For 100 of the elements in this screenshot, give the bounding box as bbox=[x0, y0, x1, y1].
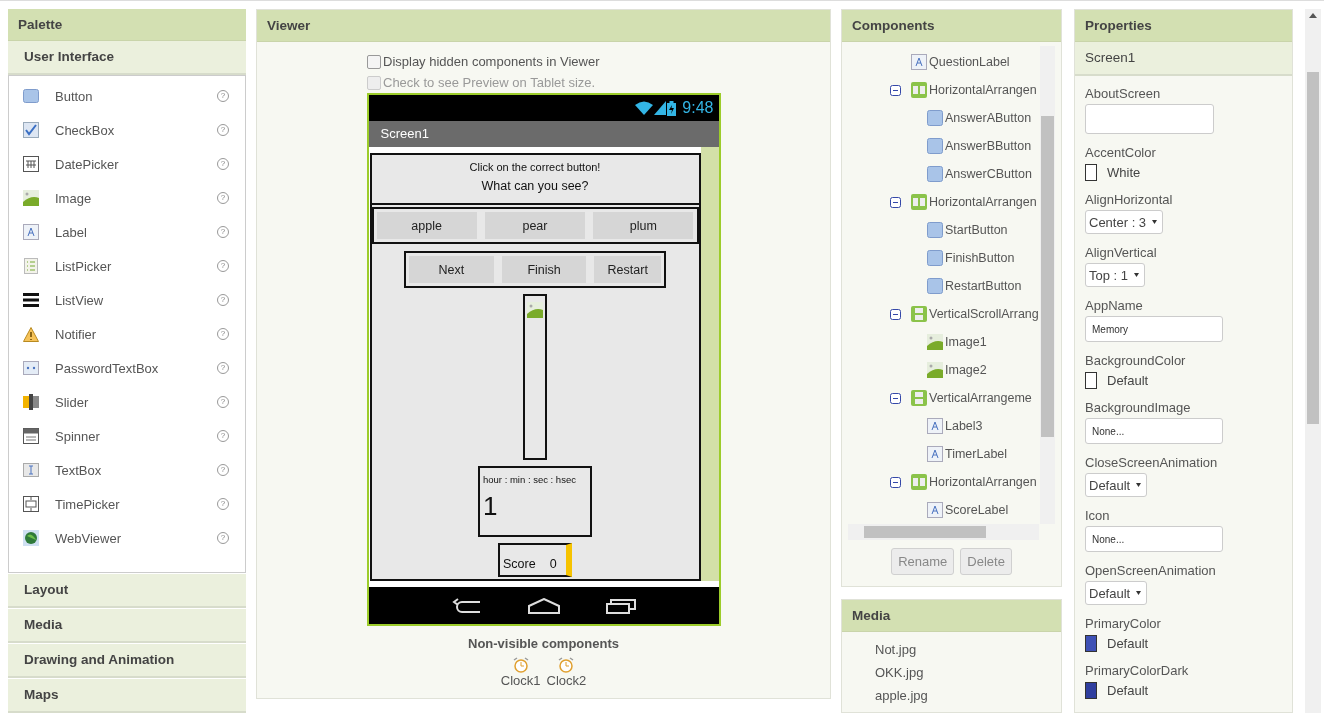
property-label: PrimaryColorDark bbox=[1085, 663, 1189, 678]
color-name[interactable]: White bbox=[1107, 164, 1141, 180]
button-icon bbox=[927, 166, 943, 182]
tree-item[interactable]: FinishButton bbox=[945, 251, 1015, 265]
tree-item[interactable]: VerticalArrangeme bbox=[929, 391, 1032, 405]
image-icon bbox=[927, 362, 943, 378]
horizontal-scrollbar[interactable] bbox=[848, 524, 1039, 540]
color-swatch[interactable] bbox=[1085, 163, 1097, 181]
property-label: OpenScreenAnimation bbox=[1085, 563, 1216, 578]
tree-item[interactable]: Image2 bbox=[945, 363, 987, 377]
property-label: AboutScreen bbox=[1085, 86, 1161, 101]
palette-section-header[interactable]: Drawing and Animation bbox=[8, 643, 246, 678]
collapse-toggle[interactable] bbox=[890, 476, 901, 488]
property-label: PrimaryColor bbox=[1085, 616, 1161, 631]
collapse-toggle[interactable] bbox=[890, 392, 901, 404]
component-name[interactable]: Clock2 bbox=[546, 673, 587, 688]
screen-title: Screen1 bbox=[380, 126, 429, 141]
caret-icon bbox=[1152, 220, 1158, 224]
palette-item[interactable]: ListView ? bbox=[9, 283, 245, 317]
property-label: AlignVertical bbox=[1085, 245, 1157, 260]
tree-item[interactable]: Image1 bbox=[945, 335, 987, 349]
panel-title: Components bbox=[842, 10, 1061, 42]
caret-icon bbox=[1136, 591, 1142, 595]
control-button[interactable]: Finish bbox=[501, 256, 587, 283]
color-swatch[interactable] bbox=[1085, 371, 1097, 389]
tree-item[interactable]: HorizontalArrangen bbox=[929, 195, 1037, 209]
palette-section-header[interactable]: Maps bbox=[8, 678, 246, 713]
palette-item[interactable]: CheckBox ? bbox=[9, 113, 245, 147]
answer-button[interactable]: pear bbox=[484, 212, 586, 239]
calendar-icon bbox=[23, 156, 39, 172]
dropdown[interactable]: Default bbox=[1085, 473, 1148, 497]
color-swatch[interactable] bbox=[1085, 634, 1097, 652]
property-label: AppName bbox=[1085, 298, 1143, 313]
control-button[interactable]: Next bbox=[409, 256, 494, 283]
tree-item[interactable]: AnswerAButton bbox=[945, 111, 1032, 125]
section-title: Non-visible components bbox=[468, 636, 619, 651]
tree-item[interactable]: RestartButton bbox=[945, 279, 1022, 293]
panel-title: Media bbox=[842, 600, 1061, 632]
tree-item[interactable]: AnswerCButton bbox=[945, 167, 1032, 181]
media-file[interactable]: apple.jpg bbox=[875, 684, 1061, 707]
color-name[interactable]: Default bbox=[1107, 682, 1149, 698]
caret-icon bbox=[1134, 273, 1140, 277]
label-icon bbox=[927, 502, 943, 518]
tree-item[interactable]: Label3 bbox=[945, 419, 983, 433]
tree-item[interactable]: AnswerBButton bbox=[945, 139, 1032, 153]
palette-item[interactable]: Spinner ? bbox=[9, 419, 245, 453]
dropdown[interactable]: Top : 1 bbox=[1085, 263, 1146, 287]
media-file[interactable]: OKK.jpg bbox=[875, 661, 1061, 684]
panel-title: Properties bbox=[1075, 10, 1292, 42]
palette-item[interactable]: Image ? bbox=[9, 181, 245, 215]
media-file[interactable]: Not.jpg bbox=[875, 638, 1061, 661]
password-icon bbox=[23, 361, 39, 375]
signal-icon bbox=[654, 101, 667, 115]
text-field[interactable]: None... bbox=[1085, 418, 1223, 444]
image-icon bbox=[927, 334, 943, 350]
dropdown-icon bbox=[23, 428, 39, 444]
palette-item[interactable]: DatePicker ? bbox=[9, 147, 245, 181]
component-name[interactable]: Clock1 bbox=[500, 673, 541, 688]
palette-item[interactable]: Notifier ? bbox=[9, 317, 245, 351]
dropdown[interactable]: Center : 3 bbox=[1085, 210, 1164, 234]
palette-item[interactable]: TextBox ? bbox=[9, 453, 245, 487]
palette-item[interactable]: WebViewer ? bbox=[9, 521, 245, 555]
palette-item[interactable]: PasswordTextBox ? bbox=[9, 351, 245, 385]
palette-section-header[interactable]: Media bbox=[8, 608, 246, 643]
text-field[interactable]: Memory bbox=[1085, 316, 1223, 342]
color-name[interactable]: Default bbox=[1107, 635, 1149, 651]
tree-item[interactable]: ScoreLabel bbox=[945, 503, 1009, 517]
control-button[interactable]: Restart bbox=[594, 256, 661, 283]
tree-item[interactable]: TimerLabel bbox=[945, 447, 1008, 461]
answer-button[interactable]: apple bbox=[376, 212, 477, 239]
collapse-toggle[interactable] bbox=[890, 196, 901, 208]
color-swatch[interactable] bbox=[1085, 681, 1097, 699]
property-label: AlignHorizontal bbox=[1085, 192, 1173, 207]
collapse-toggle[interactable] bbox=[890, 308, 901, 320]
checkbox[interactable] bbox=[367, 54, 381, 69]
page-scrollbar[interactable] bbox=[1305, 9, 1321, 713]
back-icon[interactable] bbox=[451, 597, 482, 614]
palette-item[interactable]: ListPicker ? bbox=[9, 249, 245, 283]
tree-item[interactable]: VerticalScrollArrang bbox=[929, 307, 1039, 321]
home-icon[interactable] bbox=[527, 597, 560, 614]
tree-item[interactable]: QuestionLabel bbox=[929, 55, 1010, 69]
palette-section-header[interactable]: Layout bbox=[8, 573, 246, 608]
palette-item[interactable]: Slider ? bbox=[9, 385, 245, 419]
palette-section-header[interactable]: User Interface bbox=[8, 41, 246, 75]
tree-item[interactable]: StartButton bbox=[945, 223, 1008, 237]
dropdown[interactable]: Default bbox=[1085, 581, 1148, 605]
checkbox-label: Check to see Preview on Tablet size. bbox=[383, 75, 596, 90]
palette-item[interactable]: TimePicker ? bbox=[9, 487, 245, 521]
color-name[interactable]: Default bbox=[1107, 372, 1149, 388]
text-field[interactable]: None... bbox=[1085, 526, 1223, 552]
alarm-clock-icon bbox=[512, 657, 529, 673]
scroll-up-icon[interactable] bbox=[1309, 13, 1317, 18]
tree-item[interactable]: HorizontalArrangen bbox=[929, 83, 1037, 97]
answer-button[interactable]: plum bbox=[593, 212, 694, 239]
recent-apps-icon[interactable] bbox=[605, 597, 636, 614]
collapse-toggle[interactable] bbox=[890, 84, 901, 96]
tree-item[interactable]: HorizontalArrangen bbox=[929, 475, 1037, 489]
vertical-scrollbar[interactable] bbox=[1040, 46, 1055, 524]
palette-item[interactable]: Button ? bbox=[9, 79, 245, 113]
palette-item[interactable]: Label ? bbox=[9, 215, 245, 249]
